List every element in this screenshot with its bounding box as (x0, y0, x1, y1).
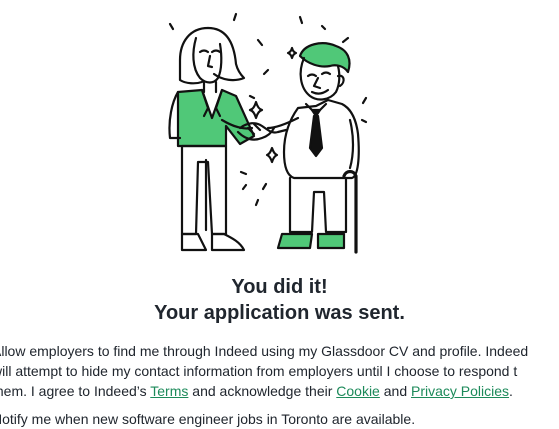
consent-acknowledge-text: and acknowledge their (188, 383, 337, 399)
terms-link[interactable]: Terms (150, 383, 188, 399)
consent-line-1: Allow employers to find me through Indee… (0, 343, 529, 359)
consent-line-3: them. I agree to Indeed’s Terms and ackn… (0, 381, 559, 401)
privacy-policies-link[interactable]: Privacy Policies (411, 383, 509, 399)
confirmation-title: You did it! (231, 276, 328, 298)
consent-line-2: will attempt to hide my contact informat… (0, 363, 518, 379)
consent-text: Allow employers to find me through Indee… (0, 341, 559, 401)
handshake-illustration (0, 0, 559, 265)
job-alert-notify-text[interactable]: Notify me when new software engineer job… (0, 409, 559, 429)
consent-and-text: and (379, 383, 411, 399)
confirmation-subtitle: Your application was sent. (154, 302, 405, 324)
consent-period: . (509, 383, 513, 399)
consent-agree-text: them. I agree to Indeed’s (0, 383, 151, 399)
cookie-policy-link[interactable]: Cookie (336, 383, 380, 399)
